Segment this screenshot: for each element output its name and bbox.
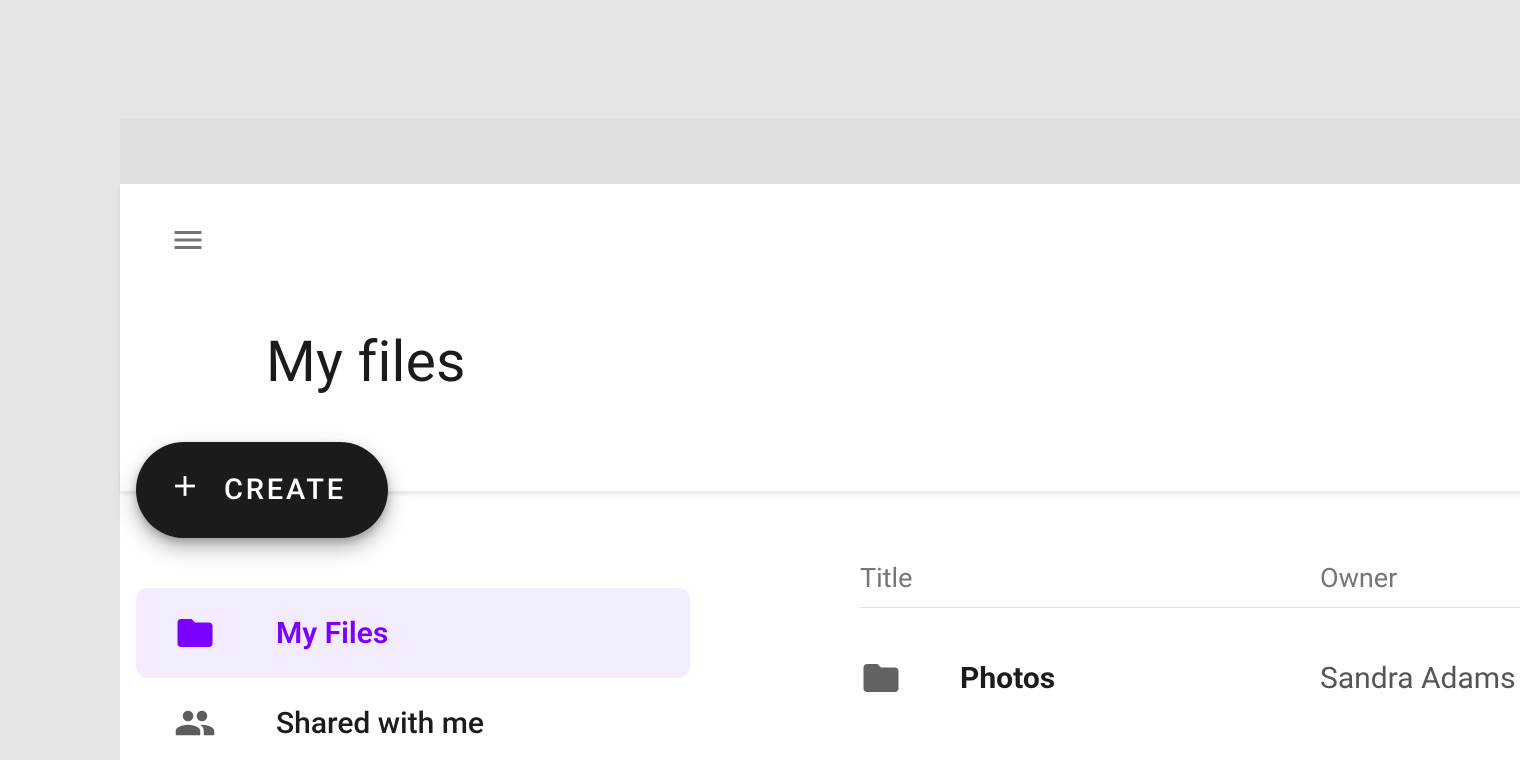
- people-icon: [172, 702, 218, 744]
- create-button[interactable]: CREATE: [136, 442, 388, 538]
- row-title: Photos: [960, 661, 1320, 696]
- sidebar-item-my-files[interactable]: My Files: [136, 588, 690, 678]
- column-header-title[interactable]: Title: [860, 562, 1320, 594]
- app-header: My files CREATE: [120, 184, 1520, 492]
- column-header-owner[interactable]: Owner: [1320, 562, 1520, 594]
- page-title: My files: [266, 328, 466, 395]
- folder-icon: [172, 612, 218, 654]
- app-window: My files CREATE My Files Shared with me: [120, 118, 1520, 760]
- folder-icon: [860, 657, 960, 699]
- plus-icon: [168, 469, 202, 511]
- menu-button[interactable]: [164, 218, 212, 266]
- window-chrome-bar: [120, 118, 1520, 184]
- sidebar-item-label: My Files: [276, 616, 388, 651]
- table-header: Title Owner: [860, 548, 1520, 608]
- sidebar-item-shared-with-me[interactable]: Shared with me: [136, 678, 690, 760]
- table-row[interactable]: Photos Sandra Adams: [860, 608, 1520, 718]
- sidebar-item-label: Shared with me: [276, 706, 484, 741]
- row-owner: Sandra Adams: [1320, 661, 1520, 696]
- hamburger-icon: [170, 222, 206, 262]
- file-list: Title Owner Photos Sandra Adams: [720, 492, 1520, 760]
- create-button-label: CREATE: [224, 473, 346, 507]
